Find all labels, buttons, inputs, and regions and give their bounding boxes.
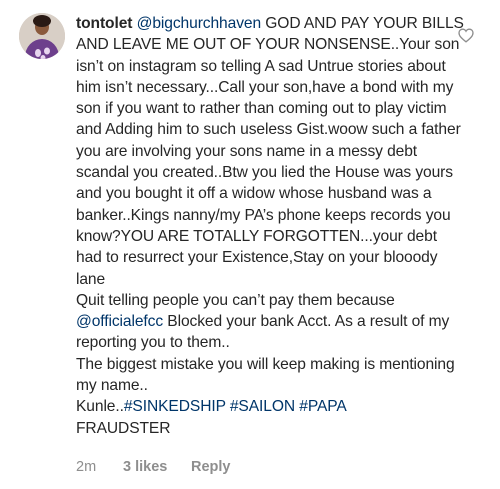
comment: tontolet @bigchurchhaven GOD AND PAY YOU… bbox=[0, 0, 500, 489]
heart-outline-icon[interactable] bbox=[458, 28, 474, 43]
comment-text: GOD AND PAY YOUR BILLS AND LEAVE ME OUT … bbox=[76, 15, 464, 309]
comment-username[interactable]: tontolet bbox=[76, 15, 132, 32]
hashtag-link[interactable]: #PAPA bbox=[299, 398, 347, 415]
comment-body: tontolet @bigchurchhaven GOD AND PAY YOU… bbox=[76, 13, 466, 439]
mention-link[interactable]: @officialefcc bbox=[76, 313, 163, 330]
likes-count[interactable]: 3 likes bbox=[123, 459, 191, 475]
hashtag-link[interactable]: #SINKEDSHIP bbox=[124, 398, 226, 415]
timestamp: 2m bbox=[76, 459, 97, 475]
avatar-image bbox=[19, 13, 65, 59]
hashtag-link[interactable]: #SAILON bbox=[230, 398, 295, 415]
mention-link[interactable]: @bigchurchhaven bbox=[137, 15, 262, 32]
comment-text: FRAUDSTER bbox=[76, 419, 171, 437]
avatar[interactable] bbox=[19, 13, 65, 59]
heart-outline-icon-graphic bbox=[458, 28, 474, 43]
comment-meta: 2m 3 likes Reply bbox=[76, 459, 231, 475]
reply-button[interactable]: Reply bbox=[191, 459, 231, 475]
